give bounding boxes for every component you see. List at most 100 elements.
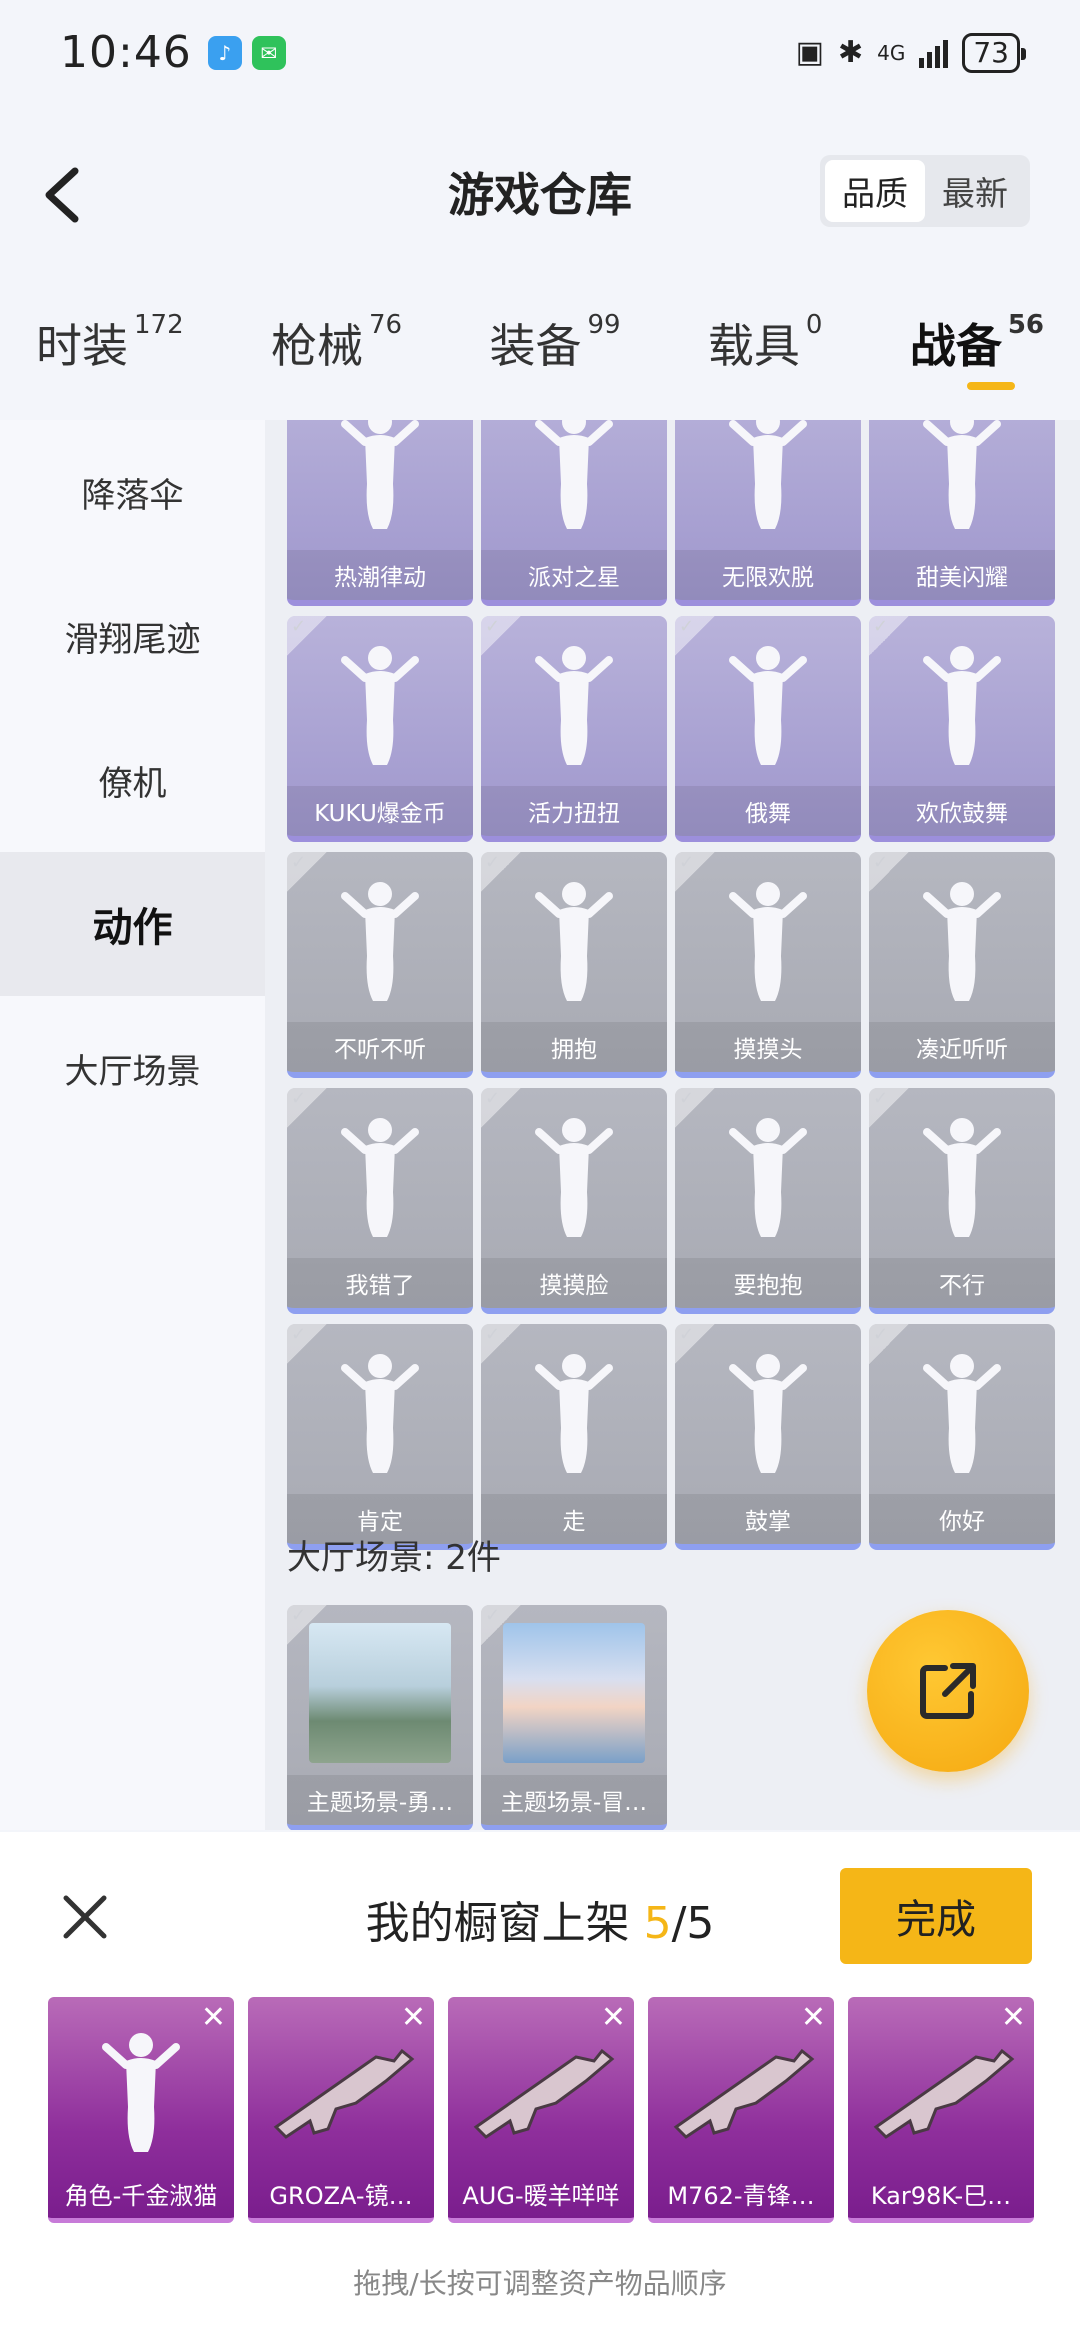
sidebar-item-1[interactable]: 滑翔尾迹 [0, 564, 265, 708]
emote-figure-icon [675, 626, 861, 784]
tab-count: 0 [805, 310, 823, 340]
sidebar-item-0[interactable]: 降落伞 [0, 420, 265, 564]
action-card[interactable]: 欢欣鼓舞 [869, 616, 1055, 842]
tab-3[interactable]: 载具 0 [702, 300, 829, 390]
sidebar: 降落伞 滑翔尾迹 僚机 动作 大厅场景 [0, 420, 265, 1830]
tab-label: 装备 [489, 319, 582, 373]
rifle-icon [448, 2017, 634, 2166]
emote-figure-icon [287, 1334, 473, 1492]
share-button[interactable] [867, 1610, 1029, 1772]
action-card[interactable]: 热潮律动 [287, 420, 473, 606]
emote-figure-icon [287, 420, 473, 548]
action-card[interactable]: 我错了 [287, 1088, 473, 1314]
emote-figure-icon [675, 1334, 861, 1492]
action-card[interactable]: 无限欢脱 [675, 420, 861, 606]
emote-figure-icon [287, 1098, 473, 1256]
wechat-icon: ✉ [251, 35, 286, 70]
action-label: 活力扭扭 [481, 786, 667, 836]
scene-card[interactable]: 主题场景-冒… [481, 1605, 667, 1830]
tab-count: 56 [1007, 310, 1044, 340]
emote-figure-icon [287, 626, 473, 784]
reorder-hint: 拖拽/长按可调整资产物品顺序 [353, 2267, 727, 2300]
action-card[interactable]: 活力扭扭 [481, 616, 667, 842]
action-label: 欢欣鼓舞 [869, 786, 1055, 836]
emote-figure-icon [481, 862, 667, 1020]
tab-4[interactable]: 战备 56 [904, 300, 1050, 390]
action-card[interactable]: 鼓掌 [675, 1324, 861, 1550]
action-label: 我错了 [287, 1258, 473, 1308]
action-card[interactable]: 甜美闪耀 [869, 420, 1055, 606]
showcase-item[interactable]: ✕ GROZA-镜… [248, 1997, 434, 2223]
showcase-label: Kar98K-巳… [870, 2181, 1012, 2210]
done-button[interactable]: 完成 [840, 1868, 1032, 1964]
emote-figure-icon [481, 1334, 667, 1492]
emote-figure-icon [481, 1098, 667, 1256]
sort-quality[interactable]: 品质 [825, 160, 925, 222]
emote-figure-icon [869, 626, 1055, 784]
action-card[interactable]: 凑近听听 [869, 852, 1055, 1078]
showcase-label: M762-青锋… [667, 2181, 815, 2210]
tab-label: 时装 [36, 319, 128, 373]
section-title-scenes: 大厅场景: 2件 [287, 1538, 501, 1578]
action-label: 拥抱 [481, 1022, 667, 1072]
action-card[interactable]: 摸摸脸 [481, 1088, 667, 1314]
showcase-label: AUG-暖羊咩咩 [462, 2181, 620, 2210]
tab-0[interactable]: 时装 172 [30, 300, 190, 390]
action-label: 俄舞 [675, 786, 861, 836]
rifle-icon [248, 2017, 434, 2166]
action-card[interactable]: 你好 [869, 1324, 1055, 1550]
showcase-item[interactable]: ✕ Kar98K-巳… [848, 1997, 1034, 2223]
emote-figure-icon [869, 420, 1055, 548]
network-type: 4G [877, 40, 906, 65]
emote-figure-icon [675, 1098, 861, 1256]
sort-latest[interactable]: 最新 [925, 160, 1025, 222]
battery-indicator: 73 [962, 32, 1026, 73]
app-notification-icon: ♪ [207, 35, 242, 70]
action-label: 不行 [869, 1258, 1055, 1308]
tab-count: 76 [369, 310, 403, 340]
action-card[interactable]: 不听不听 [287, 852, 473, 1078]
action-card[interactable]: 俄舞 [675, 616, 861, 842]
action-card[interactable]: 摸摸头 [675, 852, 861, 1078]
sidebar-item-3[interactable]: 动作 [0, 852, 265, 996]
showcase-label: 角色-千金淑猫 [64, 2181, 218, 2210]
showcase-item[interactable]: ✕ M762-青锋… [648, 1997, 834, 2223]
showcase-count: 5 [643, 1898, 672, 1949]
emote-figure-icon [869, 1334, 1055, 1492]
tab-label: 枪械 [271, 319, 363, 373]
action-card[interactable]: 肯定 [287, 1324, 473, 1550]
action-label: 无限欢脱 [675, 550, 861, 600]
emote-figure-icon [481, 420, 667, 548]
showcase-list: ✕ 角色-千金淑猫 ✕ GROZA-镜… ✕ AUG-暖羊咩咩 ✕ M762-青锋… ✕ Kar9… [48, 1997, 1034, 2223]
action-card[interactable]: KUKU爆金币 [287, 616, 473, 842]
status-indicators: ▣ ✱ 4G 73 [796, 32, 1026, 73]
action-label: 摸摸头 [675, 1022, 861, 1072]
tab-2[interactable]: 装备 99 [483, 300, 626, 390]
action-card[interactable]: 派对之星 [481, 420, 667, 606]
action-card[interactable]: 拥抱 [481, 852, 667, 1078]
action-card[interactable]: 不行 [869, 1088, 1055, 1314]
bluetooth-icon: ✱ [837, 35, 864, 70]
action-label: 要抱抱 [675, 1258, 861, 1308]
sidebar-item-4[interactable]: 大厅场景 [0, 996, 265, 1140]
emote-figure-icon [675, 862, 861, 1020]
showcase-total: /5 [671, 1898, 715, 1949]
tab-1[interactable]: 枪械 76 [265, 300, 408, 390]
scene-card[interactable]: 主题场景-勇… [287, 1605, 473, 1830]
category-tabs: 时装 172 枪械 76 装备 99 载具 0 战备 56 [0, 300, 1080, 410]
showcase-label: GROZA-镜… [269, 2181, 413, 2210]
action-label: 热潮律动 [287, 550, 473, 600]
showcase-item[interactable]: ✕ AUG-暖羊咩咩 [448, 1997, 634, 2223]
status-time: 10:46 [60, 27, 192, 78]
action-card[interactable]: 要抱抱 [675, 1088, 861, 1314]
share-icon [920, 1663, 976, 1719]
signal-icon [919, 38, 949, 68]
action-label: 派对之星 [481, 550, 667, 600]
showcase-item[interactable]: ✕ 角色-千金淑猫 [48, 1997, 234, 2223]
sidebar-item-2[interactable]: 僚机 [0, 708, 265, 852]
action-label: 凑近听听 [869, 1022, 1055, 1072]
action-label: 你好 [869, 1494, 1055, 1544]
action-card[interactable]: 走 [481, 1324, 667, 1550]
tab-label: 战备 [909, 319, 1002, 373]
header: 游戏仓库 品质 最新 [0, 140, 1080, 250]
